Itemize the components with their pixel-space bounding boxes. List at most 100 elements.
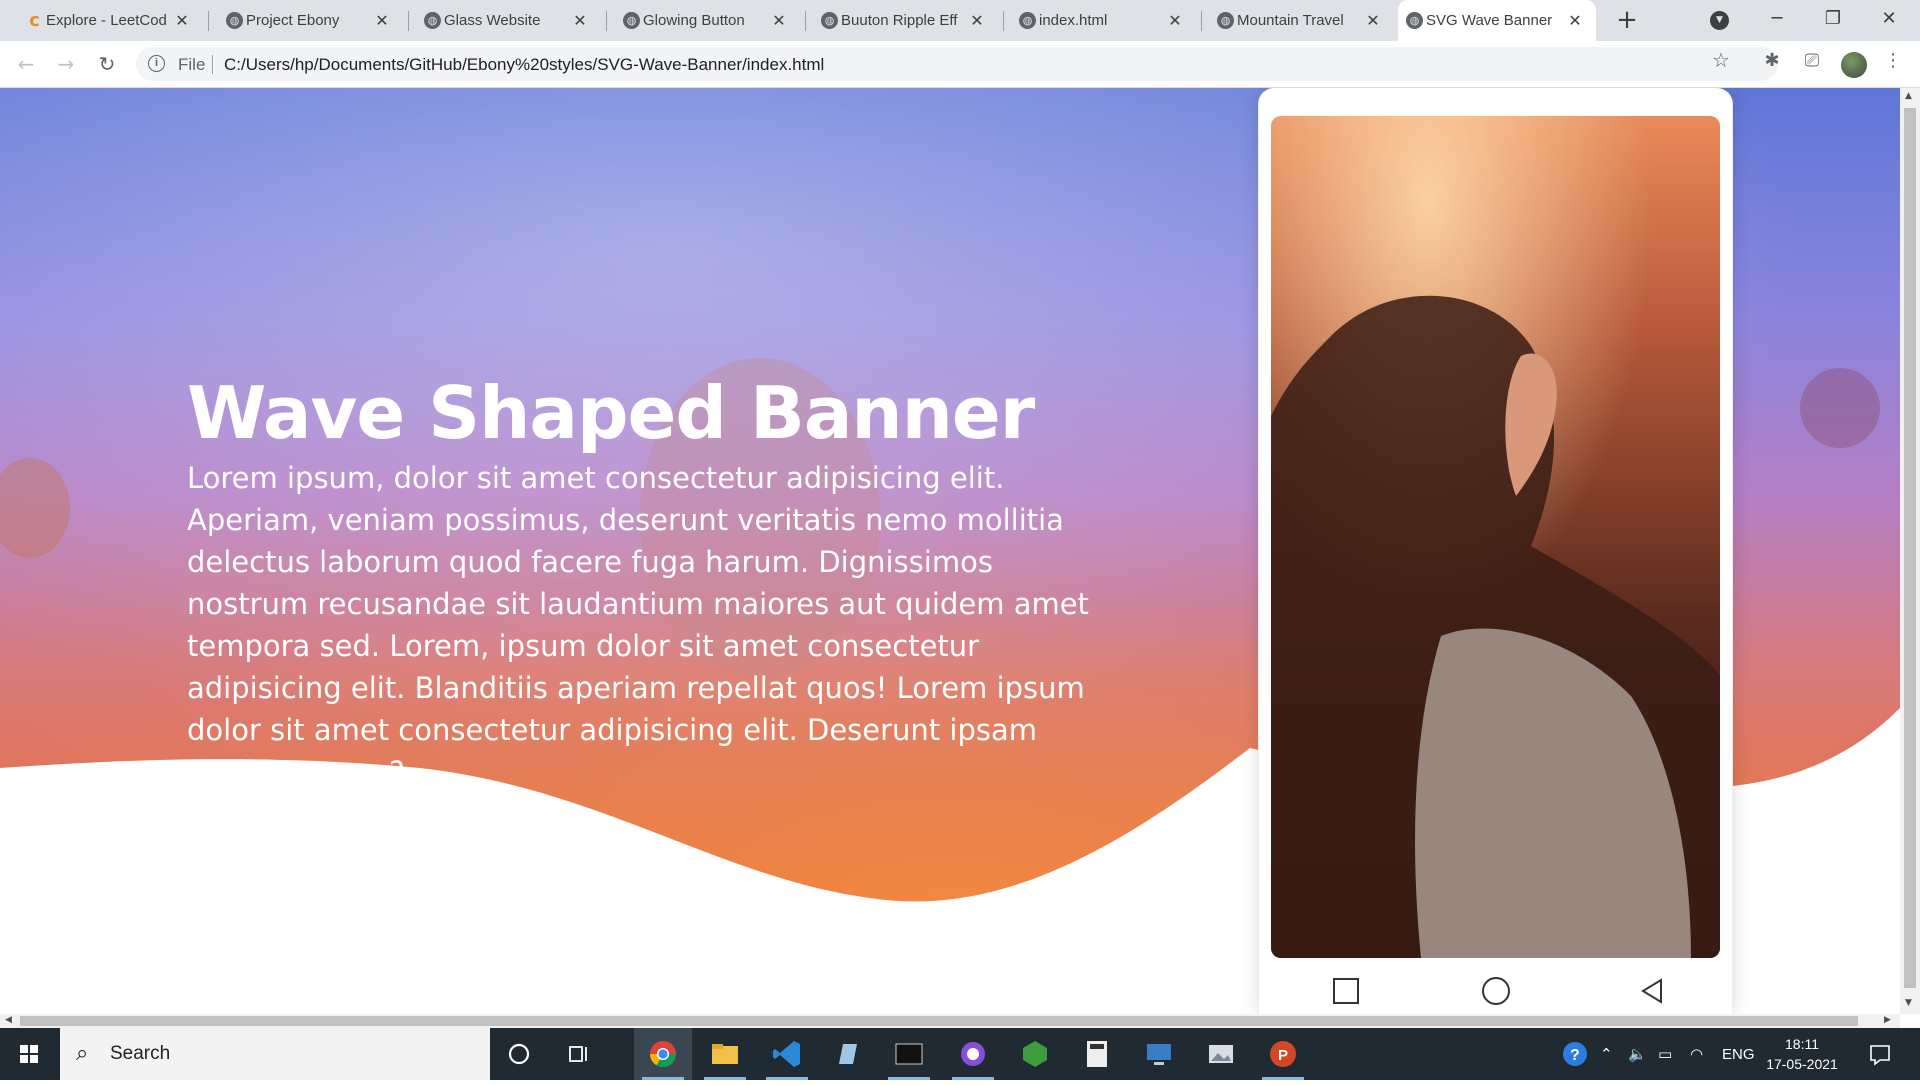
tab-title: Buuton Ripple Eff — [841, 12, 958, 29]
tab-index-html[interactable]: ◍ index.html ✕ — [1011, 0, 1196, 41]
tab-separator — [606, 11, 607, 31]
address-url[interactable]: C:/Users/hp/Documents/GitHub/Ebony%20sty… — [224, 55, 824, 75]
tab-title: Project Ebony — [246, 12, 340, 29]
svg-text:P: P — [1278, 1047, 1288, 1064]
tab-glowing-button[interactable]: ◍ Glowing Button ✕ — [615, 0, 800, 41]
close-icon[interactable]: ✕ — [571, 11, 589, 30]
tray-chevron-icon[interactable]: ⌃ — [1600, 1028, 1613, 1080]
chrome-taskbar-icon[interactable] — [634, 1028, 692, 1080]
recent-apps-icon — [1331, 976, 1361, 1006]
file-explorer-icon[interactable] — [696, 1028, 754, 1080]
browser-toolbar: ← → ↻ i File C:/Users/hp/Documents/GitHu… — [0, 41, 1920, 88]
remote-desktop-icon[interactable] — [1130, 1028, 1188, 1080]
reload-icon[interactable]: ↻ — [93, 50, 121, 78]
battery-icon[interactable]: ▭ — [1658, 1028, 1672, 1080]
globe-icon: ◍ — [1406, 12, 1423, 29]
terminal-icon[interactable] — [880, 1028, 938, 1080]
horizontal-scroll-thumb[interactable] — [20, 1016, 1858, 1026]
svg-text:?: ? — [1570, 1047, 1580, 1064]
bookmark-star-icon[interactable]: ☆ — [1712, 48, 1730, 72]
taskbar-search-box[interactable]: ⌕ Search — [60, 1028, 490, 1080]
close-window-button[interactable]: ✕ — [1866, 4, 1912, 34]
tab-title: Explore - LeetCod — [46, 12, 167, 29]
info-icon[interactable]: i — [148, 55, 165, 72]
task-view-icon[interactable] — [550, 1028, 608, 1080]
phone-screen-image — [1271, 116, 1720, 958]
tab-button-ripple[interactable]: ◍ Buuton Ripple Eff ✕ — [813, 0, 998, 41]
tab-title: SVG Wave Banner — [1426, 12, 1553, 29]
globe-icon: ◍ — [821, 12, 838, 29]
globe-icon: ◍ — [424, 12, 441, 29]
vscode-icon[interactable] — [758, 1028, 816, 1080]
close-icon[interactable]: ✕ — [770, 11, 788, 30]
system-clock[interactable]: 18:11 17-05-2021 — [1757, 1034, 1847, 1074]
windows-taskbar: ⌕ Search P ? ⌃ 🔈 ▭ ◠ ENG 18:11 17-05-202… — [0, 1028, 1920, 1080]
home-icon — [1481, 976, 1511, 1006]
globe-icon: ◍ — [623, 12, 640, 29]
avatar[interactable] — [1841, 52, 1867, 78]
start-button[interactable] — [0, 1028, 58, 1080]
nodejs-icon[interactable] — [1006, 1028, 1064, 1080]
tab-title: Glass Website — [444, 12, 541, 29]
tab-title: Mountain Travel — [1237, 12, 1344, 29]
volume-icon[interactable]: 🔈 — [1628, 1028, 1647, 1080]
tab-strip: ⅽ Explore - LeetCod ✕ ◍ Project Ebony ✕ … — [0, 0, 1920, 41]
language-indicator[interactable]: ENG — [1722, 1028, 1755, 1080]
minimize-button[interactable]: ─ — [1754, 4, 1800, 34]
github-desktop-icon[interactable] — [944, 1028, 1002, 1080]
globe-icon: ◍ — [226, 12, 243, 29]
clock-date: 17-05-2021 — [1766, 1056, 1838, 1072]
close-icon[interactable]: ✕ — [1166, 11, 1184, 30]
close-icon[interactable]: ✕ — [373, 11, 391, 30]
search-placeholder: Search — [110, 1043, 171, 1064]
tab-separator — [805, 11, 806, 31]
back-icon[interactable]: ← — [12, 50, 40, 78]
vertical-scrollbar[interactable]: ▲ ▼ — [1900, 88, 1920, 1014]
notification-icon[interactable] — [1868, 1028, 1892, 1080]
powerpoint-icon[interactable]: P — [1254, 1028, 1312, 1080]
scroll-down-icon[interactable]: ▼ — [1905, 998, 1912, 1008]
close-icon[interactable]: ✕ — [968, 11, 986, 30]
search-icon: ⌕ — [76, 1041, 89, 1066]
clock-time: 18:11 — [1785, 1036, 1819, 1052]
scroll-left-icon[interactable]: ◀ — [5, 1015, 12, 1025]
windows-logo-icon — [20, 1045, 38, 1063]
hero-paragraph: Lorem ipsum, dolor sit amet consectetur … — [187, 461, 1089, 789]
scroll-right-icon[interactable]: ▶ — [1884, 1015, 1891, 1025]
forward-icon[interactable]: → — [52, 50, 80, 78]
cortana-icon[interactable] — [490, 1028, 548, 1080]
address-scheme: File — [178, 55, 206, 74]
notes-app-icon[interactable] — [818, 1028, 876, 1080]
menu-kebab-icon[interactable]: ⋮ — [1882, 50, 1904, 72]
photos-icon[interactable] — [1192, 1028, 1250, 1080]
cast-icon[interactable]: ⎚ — [1801, 50, 1823, 72]
tab-separator — [408, 11, 409, 31]
calculator-icon[interactable] — [1068, 1028, 1126, 1080]
tab-search-icon[interactable]: ▼ — [1710, 11, 1729, 30]
extensions-icon[interactable]: ✱ — [1761, 50, 1783, 72]
tab-project-ebony[interactable]: ◍ Project Ebony ✕ — [218, 0, 403, 41]
tab-title: Glowing Button — [643, 12, 745, 29]
tab-mountain-travel[interactable]: ◍ Mountain Travel ✕ — [1209, 0, 1394, 41]
address-divider — [212, 55, 213, 74]
close-icon[interactable]: ✕ — [173, 11, 191, 30]
close-icon[interactable]: ✕ — [1566, 11, 1584, 30]
tab-separator — [208, 11, 209, 31]
help-icon[interactable]: ? — [1560, 1028, 1590, 1080]
globe-icon: ◍ — [1019, 12, 1036, 29]
tab-separator — [1201, 11, 1202, 31]
new-tab-button[interactable]: + — [1612, 6, 1642, 36]
wifi-icon[interactable]: ◠ — [1690, 1028, 1703, 1080]
scroll-up-icon[interactable]: ▲ — [1905, 91, 1912, 101]
tab-svg-wave-banner[interactable]: ◍ SVG Wave Banner ✕ — [1398, 0, 1596, 41]
restore-button[interactable]: ❐ — [1810, 4, 1856, 34]
page-title: Wave Shaped Banner — [187, 371, 1035, 455]
address-bar[interactable]: i File C:/Users/hp/Documents/GitHub/Ebon… — [136, 47, 1778, 81]
back-triangle-icon — [1637, 976, 1667, 1006]
tab-glass-website[interactable]: ◍ Glass Website ✕ — [416, 0, 601, 41]
horizontal-scrollbar[interactable]: ◀ ▶ — [0, 1014, 1900, 1028]
phone-mockup — [1258, 88, 1733, 1014]
tab-leetcode[interactable]: ⅽ Explore - LeetCod ✕ — [18, 0, 203, 41]
close-icon[interactable]: ✕ — [1364, 11, 1382, 30]
vertical-scroll-thumb[interactable] — [1904, 108, 1916, 988]
